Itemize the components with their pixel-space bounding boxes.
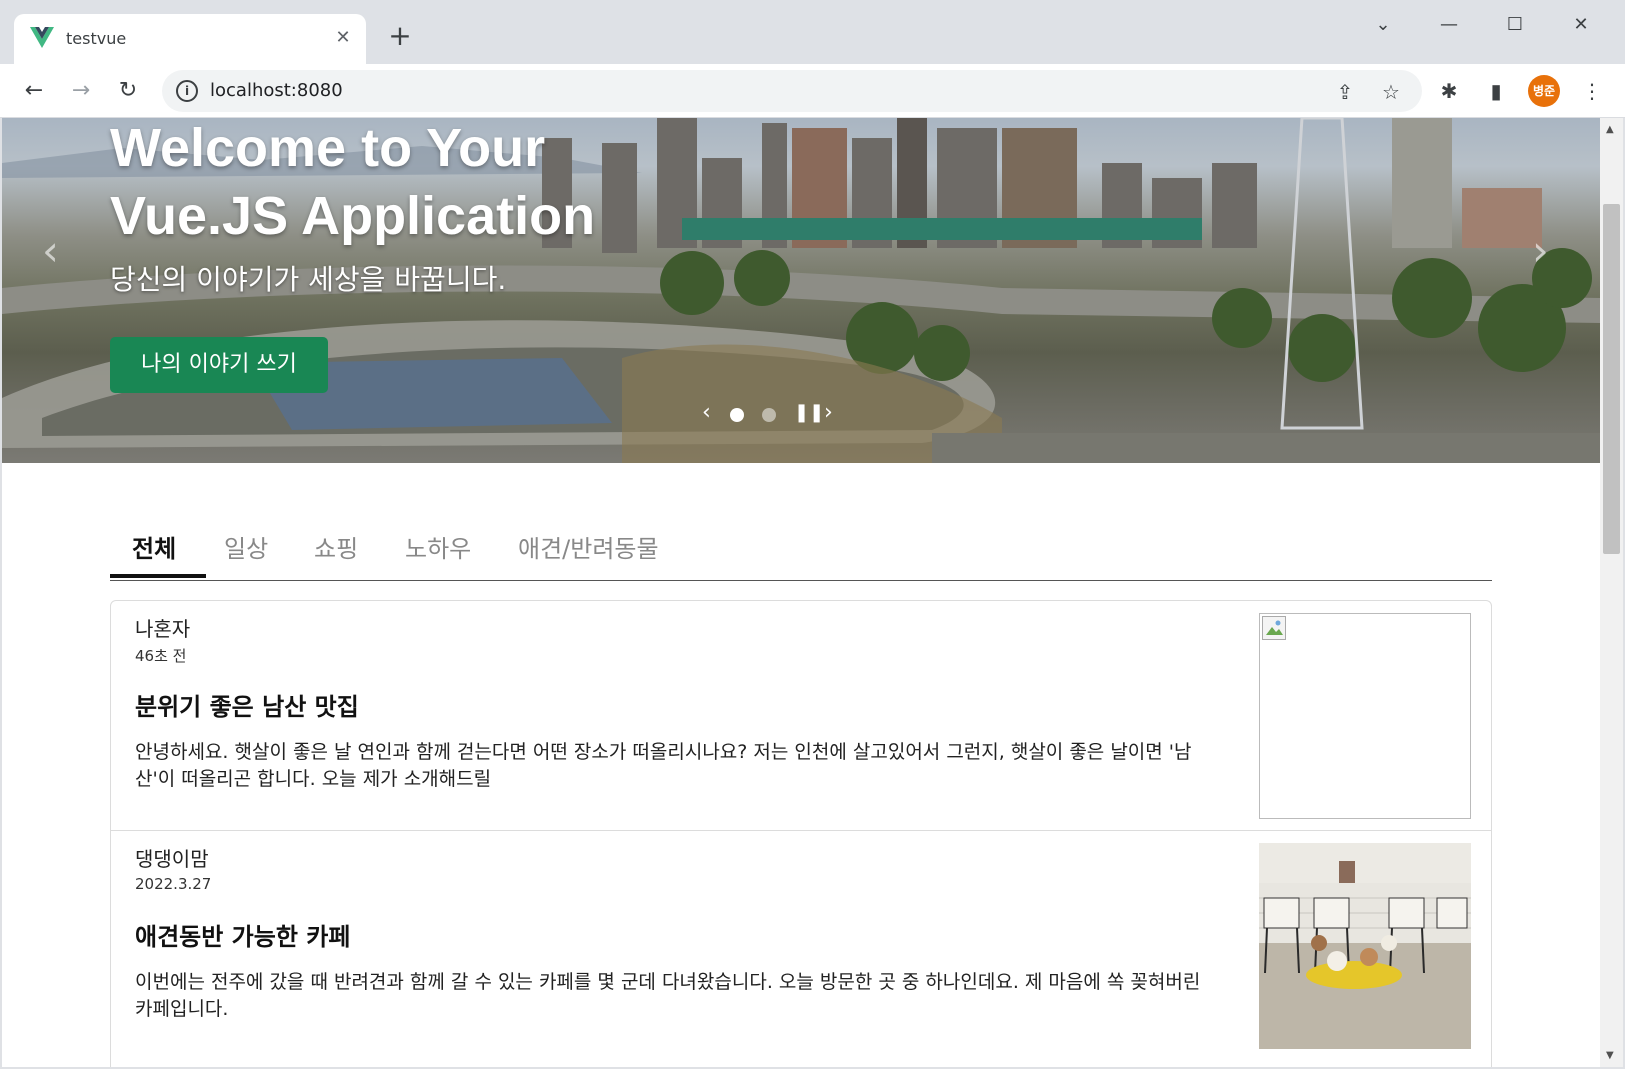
tab-knowhow[interactable]: 노하우 xyxy=(405,529,471,564)
category-tabs: 전체 일상 쇼핑 노하우 애견/반려동물 xyxy=(110,523,1492,581)
pause-icon[interactable]: ❚❚ xyxy=(794,402,824,424)
carousel-prev-icon[interactable]: ‹ xyxy=(42,226,59,275)
scroll-down-icon[interactable]: ▼ xyxy=(1606,1050,1614,1061)
tab-daily[interactable]: 일상 xyxy=(224,529,268,564)
carousel-next-icon[interactable]: › xyxy=(1532,226,1549,275)
post-date: 46초 전 xyxy=(135,647,187,665)
tab-strip: testvue ✕ + ⌄ — ☐ ✕ xyxy=(0,0,1625,64)
tab-pets[interactable]: 애견/반려동물 xyxy=(518,529,659,564)
tab-search-icon[interactable]: ⌄ xyxy=(1366,10,1400,40)
broken-image-icon xyxy=(1262,616,1286,640)
post-author: 댕댕이맘 xyxy=(135,847,209,871)
post-thumbnail[interactable] xyxy=(1259,613,1471,819)
profile-avatar[interactable]: 병준 xyxy=(1528,75,1560,107)
scroll-up-icon[interactable]: ▲ xyxy=(1606,124,1614,135)
post-card[interactable]: 나혼자 46초 전 분위기 좋은 남산 맛집 안녕하세요. 햇살이 좋은 날 연… xyxy=(111,601,1491,838)
post-excerpt: 이번에는 전주에 갔을 때 반려견과 함께 갈 수 있는 카페를 몇 군데 다녀… xyxy=(135,971,1201,1020)
post-author: 나혼자 xyxy=(135,617,191,641)
tab-title: testvue xyxy=(66,29,127,48)
active-tab-indicator xyxy=(110,574,206,578)
close-tab-icon[interactable]: ✕ xyxy=(332,27,354,49)
post-title[interactable]: 애견동반 가능한 카페 xyxy=(135,917,350,952)
menu-icon[interactable]: ⋮ xyxy=(1577,76,1607,106)
post-thumbnail[interactable] xyxy=(1259,843,1471,1049)
post-card[interactable]: 댕댕이맘 2022.3.27 애견동반 가능한 카페 이번에는 전주에 갔을 때… xyxy=(111,830,1491,1067)
side-panel-icon[interactable]: ▮ xyxy=(1481,76,1511,106)
carousel-dot[interactable] xyxy=(762,408,776,422)
tab-shopping[interactable]: 쇼핑 xyxy=(314,529,358,564)
hero-title: Welcome to Your Vue.JS Application xyxy=(110,118,596,246)
page-viewport: Welcome to Your Vue.JS Application 당신의 이… xyxy=(2,118,1600,1067)
bookmark-star-icon[interactable]: ☆ xyxy=(1378,79,1404,105)
back-icon[interactable]: ← xyxy=(17,74,51,108)
tab-all[interactable]: 전체 xyxy=(132,529,176,564)
site-info-icon[interactable]: i xyxy=(176,80,198,102)
reload-icon[interactable]: ↻ xyxy=(111,74,145,108)
post-date: 2022.3.27 xyxy=(135,875,212,893)
write-story-button[interactable]: 나의 이야기 쓰기 xyxy=(110,337,328,393)
forward-icon[interactable]: → xyxy=(64,74,98,108)
url-text[interactable]: localhost:8080 xyxy=(210,80,343,101)
carousel-dot-active[interactable] xyxy=(730,408,744,422)
post-list: 나혼자 46초 전 분위기 좋은 남산 맛집 안녕하세요. 햇살이 좋은 날 연… xyxy=(110,600,1492,1067)
browser-tab[interactable]: testvue ✕ xyxy=(14,14,366,64)
dog-cafe-photo xyxy=(1259,843,1471,1049)
page-scrollbar[interactable]: ▲ ▼ xyxy=(1600,118,1623,1067)
extensions-icon[interactable]: ✱ xyxy=(1434,76,1464,106)
indicator-next-icon[interactable]: › xyxy=(824,402,833,424)
window-close-icon[interactable]: ✕ xyxy=(1564,10,1598,40)
new-tab-icon[interactable]: + xyxy=(385,22,415,50)
scroll-thumb[interactable] xyxy=(1603,204,1620,554)
post-title[interactable]: 분위기 좋은 남산 맛집 xyxy=(135,687,359,722)
address-bar[interactable]: i localhost:8080 ⇪ ☆ xyxy=(162,70,1422,112)
browser-toolbar: ← → ↻ i localhost:8080 ⇪ ☆ ✱ ▮ 병준 ⋮ xyxy=(0,64,1625,118)
hero-subtitle: 당신의 이야기가 세상을 바꿉니다. xyxy=(110,263,507,296)
share-icon[interactable]: ⇪ xyxy=(1332,79,1358,105)
indicator-prev-icon[interactable]: ‹ xyxy=(702,402,711,424)
minimize-icon[interactable]: — xyxy=(1432,10,1466,40)
maximize-icon[interactable]: ☐ xyxy=(1498,10,1532,40)
hero-carousel: Welcome to Your Vue.JS Application 당신의 이… xyxy=(2,118,1600,463)
vue-logo-icon xyxy=(30,27,54,48)
post-excerpt: 안녕하세요. 햇살이 좋은 날 연인과 함께 걷는다면 어떤 장소가 떠올리시나… xyxy=(135,741,1192,790)
